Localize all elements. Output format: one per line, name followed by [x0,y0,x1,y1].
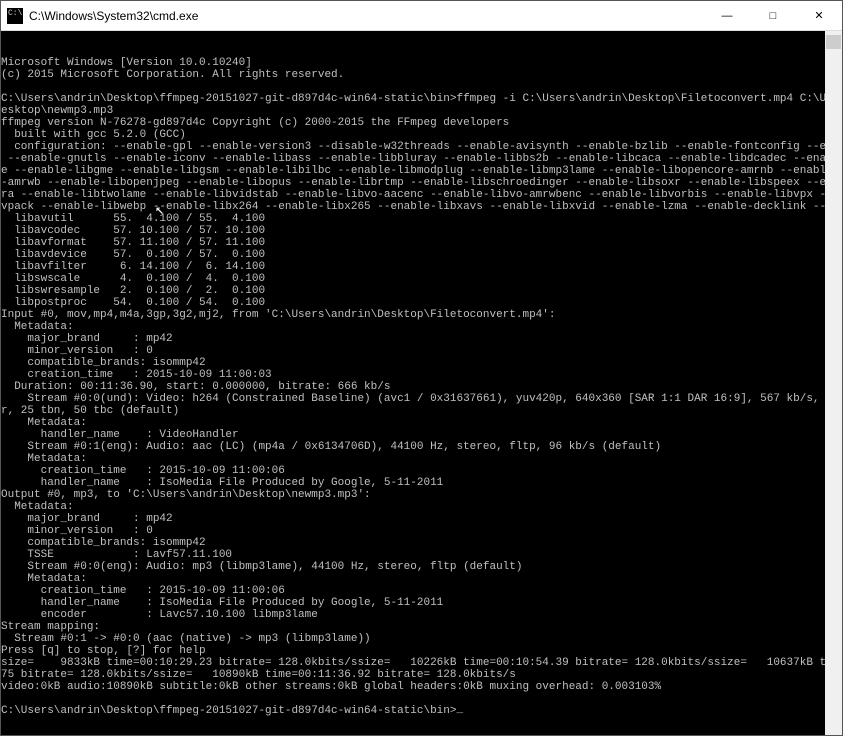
scrollbar-thumb[interactable] [826,35,841,49]
close-button[interactable]: ✕ [796,1,842,31]
output-line: Metadata: [1,453,842,465]
output-line: creation_time : 2015-10-09 11:00:03 [1,369,842,381]
output-line: minor_version : 0 [1,525,842,537]
output-line: handler_name : IsoMedia File Produced by… [1,477,842,489]
output-line: major_brand : mp42 [1,513,842,525]
text-cursor: _ [456,704,463,716]
output-line: Stream #0:0(und): Video: h264 (Constrain… [1,393,842,405]
output-line: ffmpeg version N-76278-gd897d4c Copyrigh… [1,117,842,129]
output-line: built with gcc 5.2.0 (GCC) [1,129,842,141]
window-controls: — □ ✕ [704,1,842,31]
output-line: (c) 2015 Microsoft Corporation. All righ… [1,69,842,81]
output-line: libswscale 4. 0.100 / 4. 0.100 [1,273,842,285]
terminal-area[interactable]: Microsoft Windows [Version 10.0.10240](c… [1,31,842,735]
output-line: major_brand : mp42 [1,333,842,345]
output-line: Metadata: [1,573,842,585]
minimize-button[interactable]: — [704,1,750,31]
output-line: configuration: --enable-gpl --enable-ver… [1,141,842,153]
output-line: creation_time : 2015-10-09 11:00:06 [1,585,842,597]
output-line: Microsoft Windows [Version 10.0.10240] [1,57,842,69]
output-line: e --enable-libgme --enable-libgsm --enab… [1,165,842,177]
output-line: Press [q] to stop, [?] for help [1,645,842,657]
output-line: Stream mapping: [1,621,842,633]
output-line: handler_name : IsoMedia File Produced by… [1,597,842,609]
output-line: Metadata: [1,501,842,513]
output-line: libswresample 2. 0.100 / 2. 0.100 [1,285,842,297]
output-line: 75 bitrate= 128.0kbits/ssize= 10890kB ti… [1,669,842,681]
output-line: libavformat 57. 11.100 / 57. 11.100 [1,237,842,249]
output-line: Stream #0:1(eng): Audio: aac (LC) (mp4a … [1,441,842,453]
output-line: ra --enable-libtwolame --enable-libvidst… [1,189,842,201]
output-line: Metadata: [1,417,842,429]
output-line: Stream #0:0(eng): Audio: mp3 (libmp3lame… [1,561,842,573]
output-line: libavcodec 57. 10.100 / 57. 10.100 [1,225,842,237]
prompt-line: C:\Users\andrin\Desktop\ffmpeg-20151027-… [1,705,842,717]
output-line: Stream #0:1 -> #0:0 (aac (native) -> mp3… [1,633,842,645]
output-line: libavutil 55. 4.100 / 55. 4.100 [1,213,842,225]
output-line: libavfilter 6. 14.100 / 6. 14.100 [1,261,842,273]
output-line: creation_time : 2015-10-09 11:00:06 [1,465,842,477]
cmd-window: C:\Windows\System32\cmd.exe — □ ✕ Micros… [0,0,843,736]
output-line: esktop\newmp3.mp3 [1,105,842,117]
output-line: size= 9833kB time=00:10:29.23 bitrate= 1… [1,657,842,669]
output-line: handler_name : VideoHandler [1,429,842,441]
output-line: compatible_brands: isommp42 [1,357,842,369]
output-line: -amrwb --enable-libopenjpeg --enable-lib… [1,177,842,189]
titlebar[interactable]: C:\Windows\System32\cmd.exe — □ ✕ [1,1,842,31]
output-line: minor_version : 0 [1,345,842,357]
output-line: video:0kB audio:10890kB subtitle:0kB oth… [1,681,842,693]
output-line: C:\Users\andrin\Desktop\ffmpeg-20151027-… [1,93,842,105]
output-line: libpostproc 54. 0.100 / 54. 0.100 [1,297,842,309]
output-line: Input #0, mov,mp4,m4a,3gp,3g2,mj2, from … [1,309,842,321]
vertical-scrollbar[interactable]: ▲ [825,31,842,735]
output-line: Output #0, mp3, to 'C:\Users\andrin\Desk… [1,489,842,501]
output-line: encoder : Lavc57.10.100 libmp3lame [1,609,842,621]
output-line: vpack --enable-libwebp --enable-libx264 … [1,201,842,213]
output-line [1,81,842,93]
output-line: Metadata: [1,321,842,333]
maximize-button[interactable]: □ [750,1,796,31]
window-title: C:\Windows\System32\cmd.exe [29,9,704,23]
output-line: TSSE : Lavf57.11.100 [1,549,842,561]
output-line: r, 25 tbn, 50 tbc (default) [1,405,842,417]
output-line: --enable-gnutls --enable-iconv --enable-… [1,153,842,165]
output-line [1,693,842,705]
output-line: compatible_brands: isommp42 [1,537,842,549]
output-line: libavdevice 57. 0.100 / 57. 0.100 [1,249,842,261]
cmd-icon [7,8,23,24]
output-line: Duration: 00:11:36.90, start: 0.000000, … [1,381,842,393]
terminal-output: Microsoft Windows [Version 10.0.10240](c… [1,57,842,717]
